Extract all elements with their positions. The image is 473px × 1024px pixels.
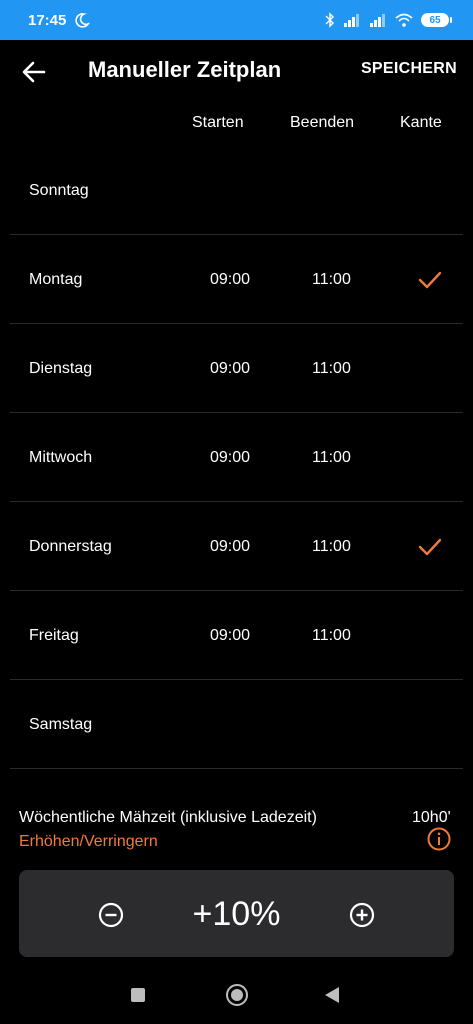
start-time[interactable]: 09:00 <box>210 271 250 289</box>
day-name: Freitag <box>29 627 79 644</box>
schedule-row[interactable]: Samstag <box>0 680 473 769</box>
adjust-panel: +10% <box>19 870 454 957</box>
day-name: Mittwoch <box>29 449 93 466</box>
schedule-row[interactable]: Dienstag 09:00 11:00 <box>0 324 473 413</box>
day-name: Dienstag <box>29 360 93 377</box>
end-time[interactable]: 11:00 <box>312 360 351 378</box>
checkmark-icon[interactable] <box>418 537 442 557</box>
arrow-left-icon[interactable] <box>20 58 48 86</box>
schedule-row[interactable]: Mittwoch 09:00 11:00 <box>0 413 473 502</box>
schedule-row[interactable]: Donnerstag 09:00 11:00 <box>0 502 473 591</box>
schedule-row[interactable]: Montag 09:00 11:00 <box>0 235 473 324</box>
adjust-link[interactable]: Erhöhen/Verringern <box>19 833 158 851</box>
adjust-percent: +10% <box>192 895 281 933</box>
battery-indicator: 65 <box>421 13 452 27</box>
status-bar: 17:45 65 <box>0 0 473 40</box>
weekly-mowing-time: Wöchentliche Mähzeit (inklusive Ladezeit… <box>0 805 473 865</box>
schedule-row[interactable]: Freitag 09:00 11:00 <box>0 591 473 680</box>
column-header-edge: Kante <box>400 114 442 131</box>
signal-icon <box>344 14 359 27</box>
signal-icon <box>370 14 385 27</box>
start-time[interactable]: 09:00 <box>210 627 250 645</box>
end-time[interactable]: 11:00 <box>312 271 351 289</box>
end-time[interactable]: 11:00 <box>312 538 351 556</box>
end-time[interactable]: 11:00 <box>312 449 351 467</box>
moon-icon <box>75 13 91 28</box>
weekly-value: 10h0' <box>412 809 451 826</box>
recent-apps-button[interactable] <box>131 988 145 1002</box>
row-divider <box>10 768 463 769</box>
plus-circle-icon[interactable] <box>349 902 375 928</box>
page-title: Manueller Zeitplan <box>88 57 282 82</box>
checkmark-icon[interactable] <box>418 270 442 290</box>
wifi-icon <box>395 13 413 27</box>
day-name: Samstag <box>29 716 93 733</box>
weekly-label: Wöchentliche Mähzeit (inklusive Ladezeit… <box>19 809 317 826</box>
end-time[interactable]: 11:00 <box>312 627 351 645</box>
bluetooth-icon <box>325 12 334 28</box>
info-icon[interactable] <box>427 827 451 851</box>
column-header-start: Starten <box>192 114 244 131</box>
day-name: Sonntag <box>29 182 89 199</box>
app-bar: Manueller Zeitplan SPEICHERN <box>0 40 473 102</box>
start-time[interactable]: 09:00 <box>210 360 250 378</box>
column-header-end: Beenden <box>290 114 355 131</box>
column-headers: Starten Beenden Kante <box>0 112 473 140</box>
start-time[interactable]: 09:00 <box>210 538 250 556</box>
day-name: Montag <box>29 271 83 288</box>
system-nav-bar <box>0 968 473 1024</box>
status-time: 17:45 <box>28 11 67 29</box>
start-time[interactable]: 09:00 <box>210 449 250 467</box>
home-button[interactable] <box>226 984 248 1006</box>
status-icons: 65 <box>325 12 452 28</box>
back-button[interactable] <box>325 987 339 1003</box>
day-name: Donnerstag <box>29 538 112 555</box>
schedule-row[interactable]: Sonntag <box>0 146 473 235</box>
save-button[interactable]: SPEICHERN <box>361 60 457 78</box>
